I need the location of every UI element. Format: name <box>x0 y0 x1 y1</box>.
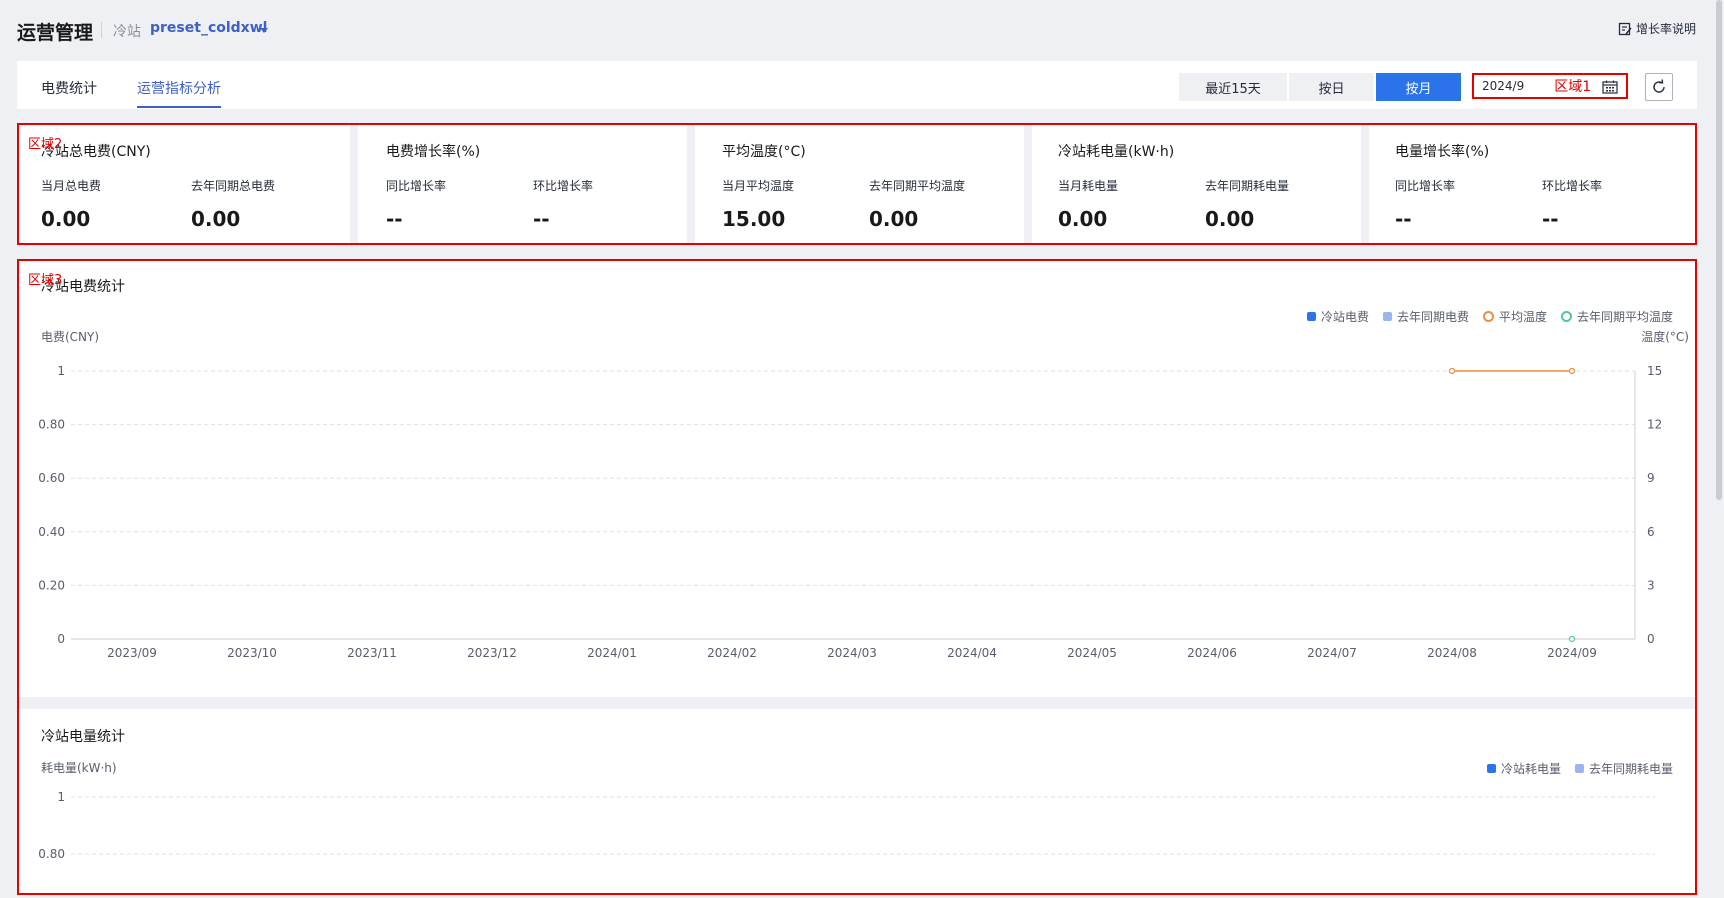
x-tick-label: 2024/04 <box>947 646 997 660</box>
x-tick-label: 2023/12 <box>467 646 517 660</box>
metric-value: 0.00 <box>191 207 241 231</box>
tab-electricity-cost[interactable]: 电费统计 <box>41 78 97 98</box>
line-point <box>1448 367 1456 375</box>
metric-label: 同比增长率 <box>386 179 447 193</box>
x-tick-label: 2024/06 <box>1187 646 1237 660</box>
page-scrollbar[interactable] <box>1716 0 1722 500</box>
y-tick-label: 0.60 <box>38 471 65 485</box>
calendar-icon[interactable] <box>1602 80 1618 94</box>
kpi-card-energy-growth: 电量增长率(%) 同比增长率 环比增长率 -- -- <box>1369 125 1695 243</box>
card-title: 电量增长率(%) <box>1395 144 1490 160</box>
y-tick-label: 1 <box>57 364 65 378</box>
month-picker-value: 2024/9 <box>1482 79 1525 93</box>
month-picker[interactable]: 2024/9 区域1 <box>1472 73 1628 99</box>
x-tick-label: 2024/01 <box>587 646 637 660</box>
kpi-card-total-cost: 冷站总电费(CNY) 当月总电费 去年同期总电费 0.00 0.00 <box>19 125 350 243</box>
metric-label: 当月平均温度 <box>722 179 795 193</box>
energy-chart-panel: 冷站电量统计 耗电量(kW·h) 冷站耗电量 去年同期耗电量 1 0.80 <box>19 709 1695 893</box>
metric-value: 0.00 <box>1058 207 1108 231</box>
line-point <box>1568 367 1576 375</box>
chevron-down-icon[interactable] <box>260 28 268 33</box>
active-tab-indicator <box>137 106 221 108</box>
x-tick-label: 2024/07 <box>1307 646 1357 660</box>
y-tick-label: 0 <box>57 632 65 646</box>
metric-value: -- <box>533 207 550 231</box>
help-label: 增长率说明 <box>1635 22 1696 36</box>
header-divider <box>101 22 102 38</box>
metric-label: 去年同期总电费 <box>191 179 276 193</box>
y-tick-label: 0.80 <box>38 418 65 432</box>
y2-tick-label: 0 <box>1647 632 1655 646</box>
filter-last-15-days[interactable]: 最近15天 <box>1179 73 1287 101</box>
y-tick-label: 0.40 <box>38 525 65 539</box>
x-tick-label: 2023/10 <box>227 646 277 660</box>
metric-label: 同比增长率 <box>1395 179 1456 193</box>
kpi-card-energy: 冷站耗电量(kW·h) 当月耗电量 去年同期耗电量 0.00 0.00 <box>1032 125 1361 243</box>
y-tick-label: 0.20 <box>38 578 65 592</box>
growth-rate-help-link[interactable]: 增长率说明 <box>1618 20 1696 37</box>
card-title: 平均温度(°C) <box>722 144 806 160</box>
card-title: 冷站耗电量(kW·h) <box>1058 144 1175 160</box>
x-tick-label: 2024/05 <box>1067 646 1117 660</box>
metric-label: 当月总电费 <box>41 179 102 193</box>
x-tick-label: 2024/02 <box>707 646 757 660</box>
metric-value: 0.00 <box>1205 207 1255 231</box>
x-tick-label: 2023/11 <box>347 646 397 660</box>
x-tick-label: 2024/03 <box>827 646 877 660</box>
metric-value: -- <box>386 207 403 231</box>
metric-label: 去年同期平均温度 <box>869 179 966 193</box>
filter-by-month[interactable]: 按月 <box>1376 73 1461 101</box>
x-tick-label: 2024/09 <box>1547 646 1597 660</box>
kpi-card-cost-growth: 电费增长率(%) 同比增长率 环比增长率 -- -- <box>358 125 687 243</box>
metric-value: 15.00 <box>722 207 786 231</box>
cost-chart: 0 0.20 0.40 0.60 0.80 1 0 3 6 9 12 15 2023/09 2023/10… <box>38 364 1662 660</box>
y2-tick-label: 9 <box>1647 471 1655 485</box>
zone1-label: 区域1 <box>1554 79 1592 95</box>
y2-tick-label: 12 <box>1647 418 1662 432</box>
filter-by-day[interactable]: 按日 <box>1289 73 1374 101</box>
card-title: 电费增长率(%) <box>386 144 481 160</box>
metric-value: -- <box>1542 207 1559 231</box>
station-label: 冷站 <box>113 24 141 40</box>
y2-tick-label: 15 <box>1647 364 1662 378</box>
metric-value: 0.00 <box>41 207 91 231</box>
metric-label: 去年同期耗电量 <box>1205 179 1290 193</box>
zone3-label: 区域3 <box>28 273 63 288</box>
metric-value: -- <box>1395 207 1412 231</box>
refresh-button[interactable] <box>1645 73 1673 101</box>
metric-label: 当月耗电量 <box>1058 179 1119 193</box>
energy-chart: 10.80 <box>38 790 1655 861</box>
tab-operation-analysis[interactable]: 运营指标分析 <box>137 78 221 98</box>
zone2-label: 区域2 <box>28 137 63 152</box>
x-tick-label: 2023/09 <box>107 646 157 660</box>
refresh-icon <box>1653 79 1665 93</box>
y-tick-label: 0.80 <box>38 847 65 861</box>
station-selector[interactable]: preset_coldxwl <box>150 20 267 36</box>
metric-label: 环比增长率 <box>533 179 594 193</box>
x-tick-label: 2024/08 <box>1427 646 1477 660</box>
cost-chart-panel: 区域3 冷站电费统计 电费(CNY) 温度(°C) 冷站电费 去年同期电费 平均… <box>19 261 1695 697</box>
page-title: 运营管理 <box>17 22 94 44</box>
metric-label: 环比增长率 <box>1542 179 1603 193</box>
y-tick-label: 1 <box>57 790 65 804</box>
metric-value: 0.00 <box>869 207 919 231</box>
y2-tick-label: 3 <box>1647 578 1655 592</box>
kpi-card-avg-temp: 平均温度(°C) 当月平均温度 去年同期平均温度 15.00 0.00 <box>695 125 1024 243</box>
edit-note-icon <box>1618 22 1632 35</box>
line-point <box>1568 635 1576 643</box>
y2-tick-label: 6 <box>1647 525 1655 539</box>
